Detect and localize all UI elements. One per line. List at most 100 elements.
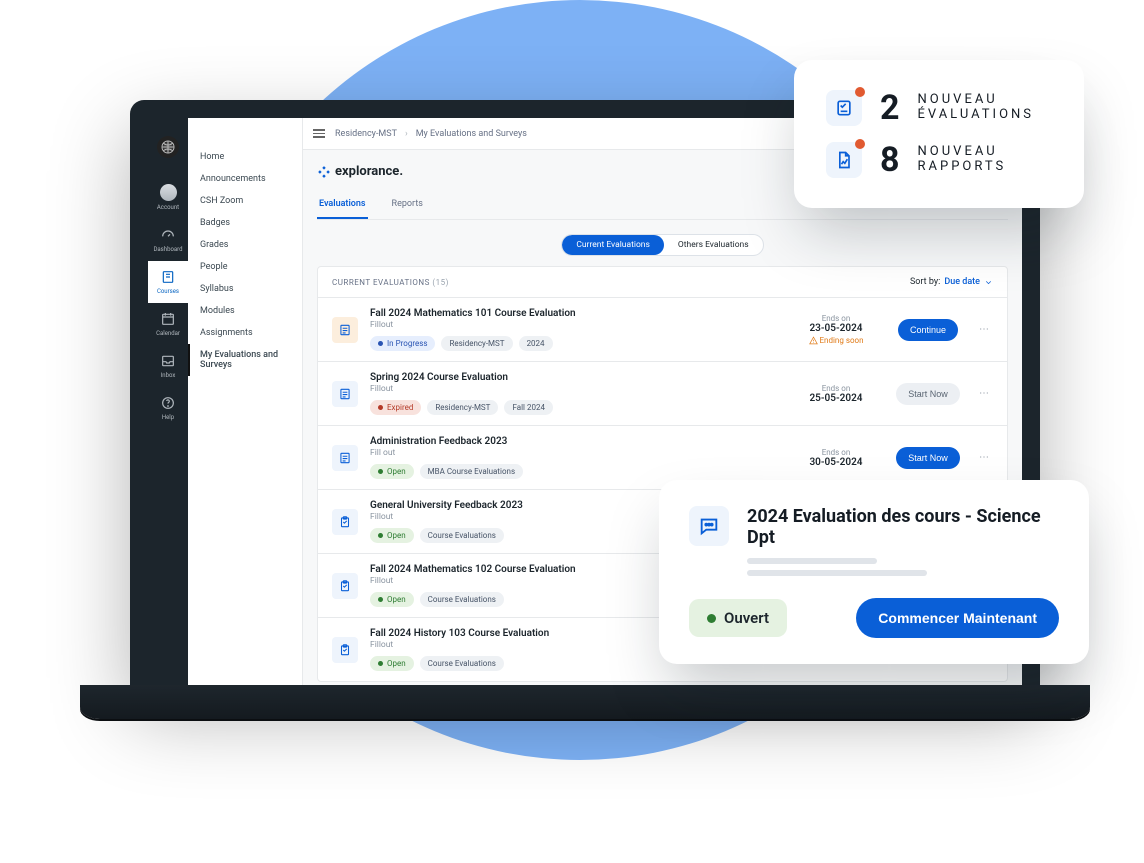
stat-count: 8 xyxy=(880,140,900,180)
placeholder-lines xyxy=(747,558,1059,576)
nav-item-dashboard[interactable]: Dashboard xyxy=(148,219,188,261)
status-open-pill: Ouvert xyxy=(689,599,787,637)
sort-control[interactable]: Sort by:Due date xyxy=(910,277,993,287)
row-action-button[interactable]: Start Now xyxy=(896,447,960,469)
evaluation-type-icon xyxy=(332,509,358,535)
tag-plain: MBA Course Evaluations xyxy=(420,464,523,479)
evaluation-type-icon xyxy=(332,637,358,663)
nav-item-calendar[interactable]: Calendar xyxy=(148,303,188,345)
sidebar-item[interactable]: Modules xyxy=(188,300,302,322)
due-date-block: Ends on30-05-2024 xyxy=(791,448,881,468)
evaluation-title: Spring 2024 Course Evaluation xyxy=(370,372,779,383)
menu-toggle-icon[interactable] xyxy=(313,129,325,138)
tab-evaluations[interactable]: Evaluations xyxy=(317,191,368,219)
more-menu-icon[interactable]: ⋯ xyxy=(975,452,993,463)
start-now-button[interactable]: Commencer Maintenant xyxy=(856,598,1059,638)
evaluation-tags: Open MBA Course Evaluations xyxy=(370,464,779,479)
nav-label: Account xyxy=(157,204,179,211)
nav-rail: Account Dashboard Courses Calendar Inbox xyxy=(148,118,188,685)
due-date-block: Ends on25-05-2024 xyxy=(791,384,881,404)
sidebar-item[interactable]: CSH Zoom xyxy=(188,190,302,212)
due-date: 30-05-2024 xyxy=(791,457,881,468)
explorance-mark-icon xyxy=(317,165,331,179)
evaluation-title: Administration Feedback 2023 xyxy=(370,436,779,447)
nav-item-inbox[interactable]: Inbox xyxy=(148,345,188,387)
stat-evaluations: 2 NOUVEAU ÉVALUATIONS xyxy=(826,82,1052,134)
crumb-page: My Evaluations and Surveys xyxy=(416,129,527,139)
tag-expired: Expired xyxy=(370,400,421,415)
warning-icon xyxy=(809,336,818,345)
evaluation-preview-card: 2024 Evaluation des cours - Science Dpt … xyxy=(659,480,1089,664)
tag-plain: Fall 2024 xyxy=(504,400,553,415)
evaluation-tags: In Progress Residency-MST 2024 xyxy=(370,336,779,351)
chevron-right-icon: › xyxy=(405,129,408,139)
eval-title: 2024 Evaluation des cours - Science Dpt xyxy=(747,506,1059,548)
evaluation-type-icon xyxy=(332,573,358,599)
ends-on-label: Ends on xyxy=(791,314,881,323)
inbox-icon xyxy=(160,353,176,369)
tag-plain: Residency-MST xyxy=(427,400,498,415)
sidebar-item[interactable]: Home xyxy=(188,146,302,168)
tag-plain: 2024 xyxy=(519,336,553,351)
row-action-button[interactable]: Start Now xyxy=(896,383,960,405)
nav-label: Help xyxy=(162,414,174,421)
evaluation-subtitle: Fillout xyxy=(370,384,779,394)
evaluation-row: Spring 2024 Course Evaluation Fillout Ex… xyxy=(318,362,1007,426)
breadcrumb: Residency-MST › My Evaluations and Surve… xyxy=(335,129,527,139)
nav-label: Courses xyxy=(157,288,179,295)
nav-item-account[interactable]: Account xyxy=(148,176,188,219)
nav-label: Calendar xyxy=(156,330,180,337)
sidebar-item[interactable]: Grades xyxy=(188,234,302,256)
app-logo-icon xyxy=(157,136,179,158)
tag-open: Open xyxy=(370,464,414,479)
evaluation-tags: Expired Residency-MST Fall 2024 xyxy=(370,400,779,415)
evaluations-icon xyxy=(826,90,862,126)
due-date: 25-05-2024 xyxy=(791,393,881,404)
due-date-block: Ends on23-05-2024Ending soon xyxy=(791,314,881,345)
sidebar-item[interactable]: Syllabus xyxy=(188,278,302,300)
reports-icon xyxy=(826,142,862,178)
sidebar-item[interactable]: My Evaluations and Surveys xyxy=(188,344,302,376)
row-action-button[interactable]: Continue xyxy=(898,319,958,341)
pill-current-evaluations[interactable]: Current Evaluations xyxy=(562,235,664,255)
calendar-icon xyxy=(160,311,176,327)
evaluation-row: Fall 2024 Mathematics 101 Course Evaluat… xyxy=(318,298,1007,362)
more-menu-icon[interactable]: ⋯ xyxy=(975,388,993,399)
notification-dot-icon xyxy=(855,87,865,97)
help-icon xyxy=(160,395,176,411)
stat-label: NOUVEAU RAPPORTS xyxy=(918,145,1007,175)
nav-item-help[interactable]: Help xyxy=(148,387,188,429)
ends-on-label: Ends on xyxy=(791,384,881,393)
nav-label: Inbox xyxy=(161,372,176,379)
sidebar-item[interactable]: Badges xyxy=(188,212,302,234)
tag-open: Open xyxy=(370,528,414,543)
tag-progress: In Progress xyxy=(370,336,435,351)
stats-card: 2 NOUVEAU ÉVALUATIONS 8 NOUVEAU RAPPORTS xyxy=(794,60,1084,208)
sidebar-item[interactable]: Assignments xyxy=(188,322,302,344)
sidebar-item[interactable]: People xyxy=(188,256,302,278)
book-icon xyxy=(160,269,176,285)
chat-icon xyxy=(689,506,729,546)
tag-plain: Course Evaluations xyxy=(420,528,504,543)
nav-label: Dashboard xyxy=(153,246,182,253)
more-menu-icon[interactable]: ⋯ xyxy=(975,324,993,335)
tag-open: Open xyxy=(370,656,414,671)
tag-plain: Residency-MST xyxy=(441,336,512,351)
filter-pills: Current Evaluations Others Evaluations xyxy=(317,234,1008,256)
pill-others-evaluations[interactable]: Others Evaluations xyxy=(664,235,763,255)
list-heading: CURRENT EVALUATIONS (15) xyxy=(332,278,449,287)
stat-count: 2 xyxy=(880,88,900,128)
evaluation-title: Fall 2024 Mathematics 101 Course Evaluat… xyxy=(370,308,779,319)
gauge-icon xyxy=(160,227,176,243)
nav-item-courses[interactable]: Courses xyxy=(148,261,188,303)
tag-plain: Course Evaluations xyxy=(420,656,504,671)
tab-reports[interactable]: Reports xyxy=(390,191,425,219)
evaluation-type-icon xyxy=(332,381,358,407)
evaluation-type-icon xyxy=(332,445,358,471)
stat-label: NOUVEAU ÉVALUATIONS xyxy=(918,93,1035,123)
course-sidebar: HomeAnnouncementsCSH ZoomBadgesGradesPeo… xyxy=(188,118,303,685)
tag-open: Open xyxy=(370,592,414,607)
avatar-icon xyxy=(160,184,177,201)
crumb-course[interactable]: Residency-MST xyxy=(335,129,397,139)
sidebar-item[interactable]: Announcements xyxy=(188,168,302,190)
